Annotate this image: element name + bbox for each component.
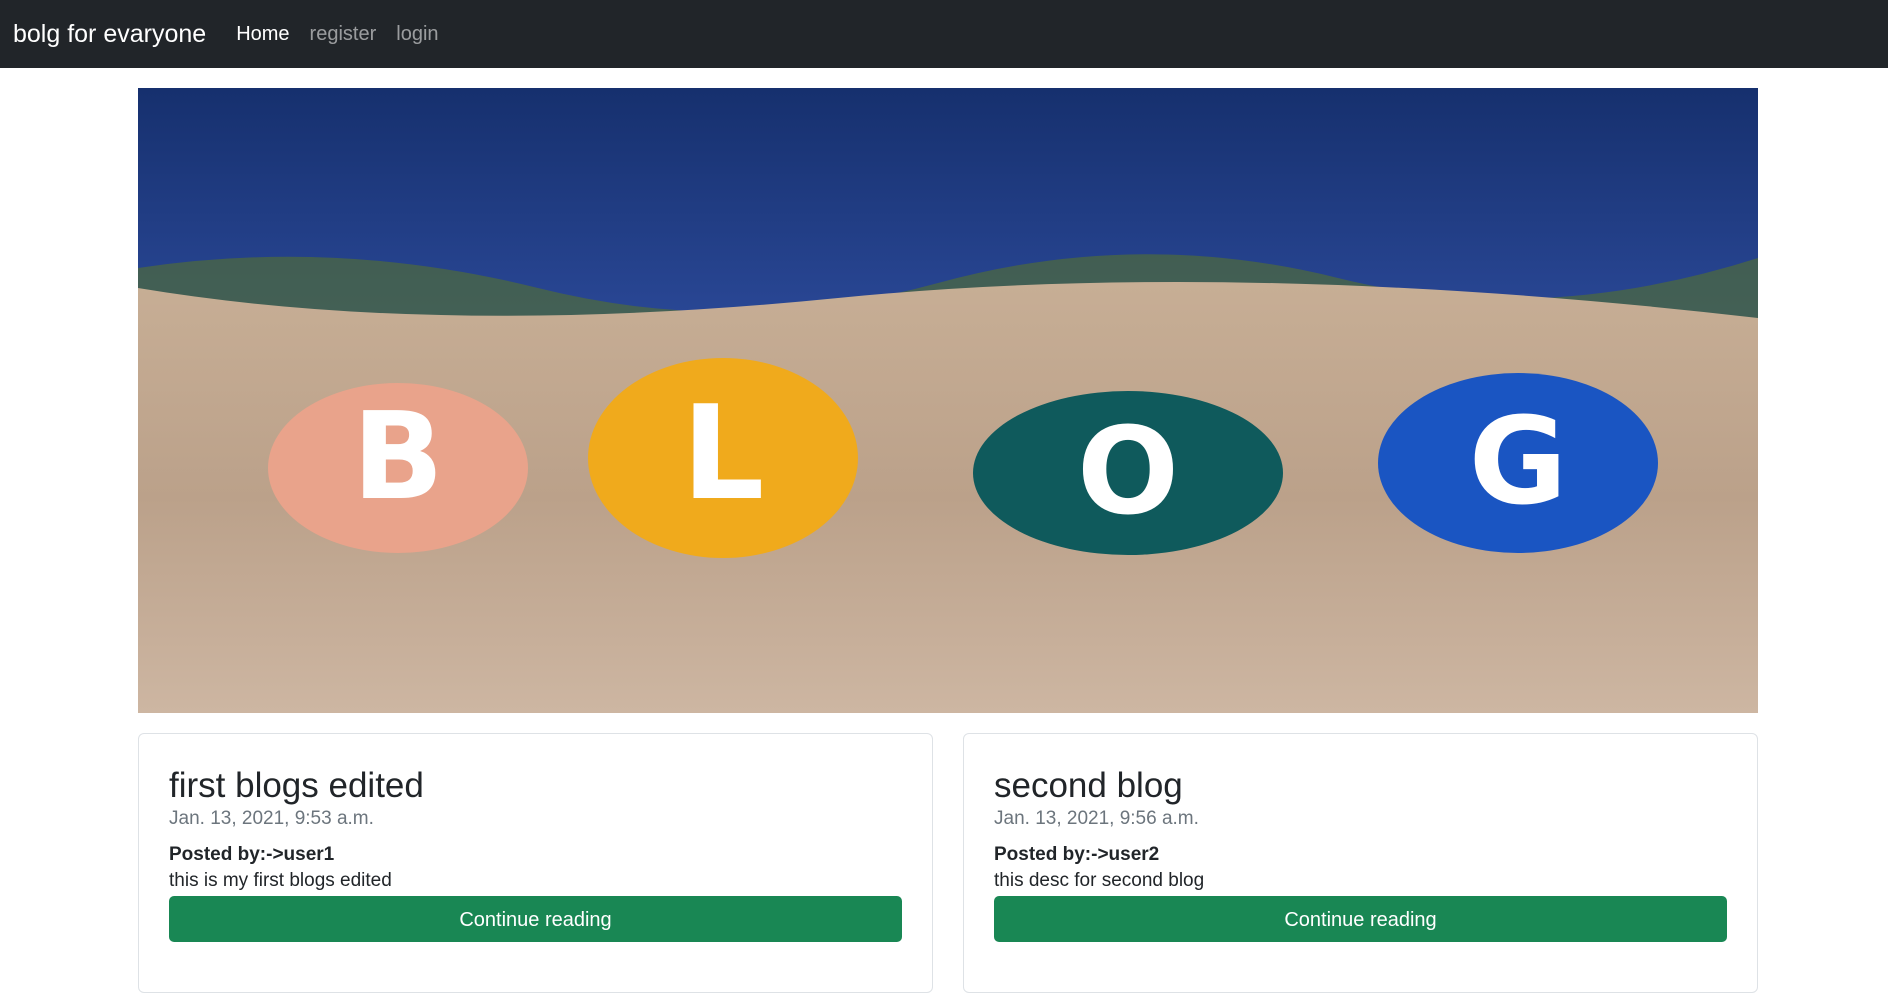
stone-l: L <box>588 358 858 558</box>
hero-image: B L O G <box>138 88 1758 713</box>
stone-letter-o: O <box>1077 403 1179 542</box>
post-title: second blog <box>994 766 1183 805</box>
post-description: this desc for second blog <box>994 870 1205 892</box>
continue-reading-button[interactable]: Continue reading <box>169 896 902 943</box>
nav-link-login[interactable]: login <box>396 23 438 46</box>
stone-letter-l: L <box>682 377 765 529</box>
nav-link-register[interactable]: register <box>310 23 377 46</box>
post-card: second blog Jan. 13, 2021, 9:56 a.m. Pos… <box>963 733 1758 993</box>
stone-o: O <box>973 391 1283 555</box>
stone-letter-g: G <box>1469 393 1568 532</box>
top-navbar: bolg for evaryone Home register login <box>0 0 1888 68</box>
stone-letter-b: B <box>352 388 443 527</box>
post-title: first blogs edited <box>169 766 424 805</box>
post-description: this is my first blogs edited <box>169 870 392 892</box>
blog-stones-illustration: B L O G <box>138 88 1758 713</box>
main-container: B L O G first blogs edited Jan. 13, 2021… <box>138 88 1758 993</box>
stone-g: G <box>1378 373 1658 553</box>
post-date: Jan. 13, 2021, 9:53 a.m. <box>169 808 374 830</box>
post-date: Jan. 13, 2021, 9:56 a.m. <box>994 808 1199 830</box>
post-cards: first blogs edited Jan. 13, 2021, 9:53 a… <box>138 733 1758 993</box>
post-card: first blogs edited Jan. 13, 2021, 9:53 a… <box>138 733 933 993</box>
navbar-brand[interactable]: bolg for evaryone <box>13 20 206 49</box>
continue-reading-button[interactable]: Continue reading <box>994 896 1727 943</box>
post-author: Posted by:->user1 <box>169 844 335 866</box>
stone-b: B <box>268 383 528 553</box>
nav-link-home[interactable]: Home <box>236 23 289 46</box>
post-author: Posted by:->user2 <box>994 844 1160 866</box>
